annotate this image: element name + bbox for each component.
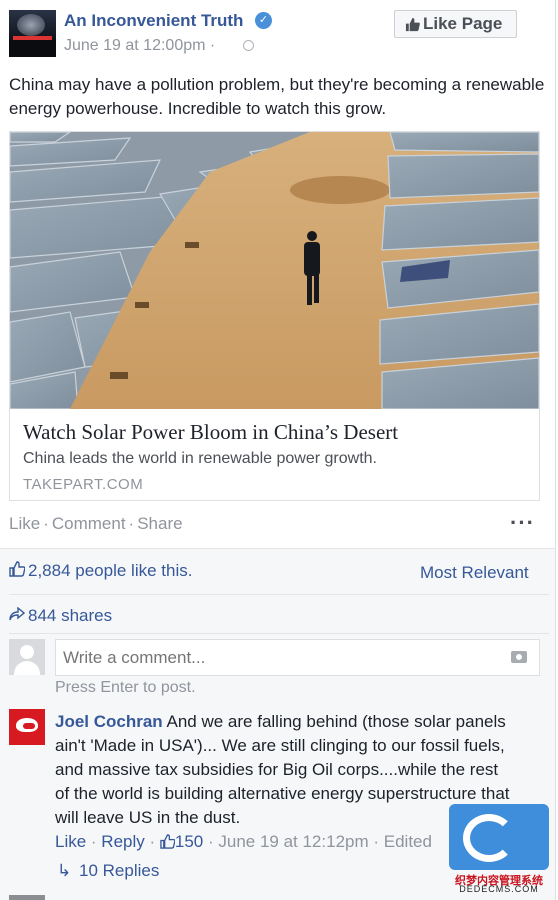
shares-summary[interactable]: 844 shares: [9, 606, 112, 626]
solar-farm-photo[interactable]: [10, 132, 539, 409]
share-arrow-icon: [9, 607, 25, 621]
thumbs-up-icon: [9, 561, 25, 577]
link-card-domain: TAKEPART.COM: [23, 476, 144, 493]
comment-time[interactable]: June 19 at 12:12pm: [218, 832, 368, 851]
verified-badge-icon: ✓: [255, 12, 272, 29]
view-replies-link[interactable]: ↳ 10 Replies: [57, 861, 159, 881]
more-options-icon[interactable]: ···: [510, 510, 535, 536]
link-preview-card[interactable]: Watch Solar Power Bloom in China’s Deser…: [9, 131, 540, 501]
post-timestamp[interactable]: June 19 at 12:00pm ·: [64, 37, 215, 55]
replies-count: 10 Replies: [79, 861, 160, 880]
like-link[interactable]: Like: [9, 514, 40, 533]
divider: [9, 633, 549, 634]
press-enter-hint: Press Enter to post.: [55, 679, 196, 696]
comment-actions: Like · Reply · 150 · June 19 at 12:12pm …: [55, 832, 432, 851]
user-avatar: [9, 639, 45, 675]
thumbs-up-icon: [160, 834, 175, 849]
solar-farm-image: [10, 132, 539, 409]
watermark-domain: DEDECMS.COM: [459, 884, 539, 894]
thumbs-up-icon: [405, 17, 420, 32]
comment-link[interactable]: Comment: [52, 514, 126, 533]
post-message: China may have a pollution problem, but …: [9, 75, 545, 118]
likes-text: 2,884 people like this.: [28, 561, 193, 580]
link-card-title[interactable]: Watch Solar Power Bloom in China’s Deser…: [23, 420, 398, 445]
like-page-label: Like Page: [423, 14, 503, 33]
page-avatar[interactable]: [9, 10, 56, 57]
watermark-logo: 织梦内容管理系统 DEDECMS.COM: [443, 804, 555, 894]
comment-reaction-count[interactable]: 150: [175, 832, 203, 851]
next-comment-avatar: [9, 895, 45, 900]
comment-like-link[interactable]: Like: [55, 832, 86, 851]
divider: [9, 594, 549, 595]
globe-icon: [243, 40, 254, 51]
page-name-link[interactable]: An Inconvenient Truth: [64, 11, 243, 31]
commenter-avatar[interactable]: [9, 709, 45, 745]
post-actions: Like · Comment · Share: [9, 514, 183, 533]
comment-reply-link[interactable]: Reply: [101, 832, 144, 851]
like-page-button[interactable]: Like Page: [394, 10, 517, 38]
post-card: An Inconvenient Truth ✓ June 19 at 12:00…: [0, 0, 556, 548]
comment-input[interactable]: [55, 639, 540, 676]
link-card-description: China leads the world in renewable power…: [23, 450, 377, 467]
camera-icon[interactable]: [511, 651, 527, 663]
post-header: An Inconvenient Truth ✓ June 19 at 12:00…: [9, 9, 549, 59]
likes-summary[interactable]: 2,884 people like this.: [9, 561, 192, 581]
share-link[interactable]: Share: [137, 514, 182, 533]
sort-dropdown[interactable]: Most Relevant: [420, 563, 529, 583]
reply-arrow-icon: ↳: [57, 861, 72, 880]
comment-edited[interactable]: Edited: [384, 832, 432, 851]
shares-text: 844 shares: [28, 606, 113, 625]
comment-author-link[interactable]: Joel Cochran: [55, 712, 163, 731]
